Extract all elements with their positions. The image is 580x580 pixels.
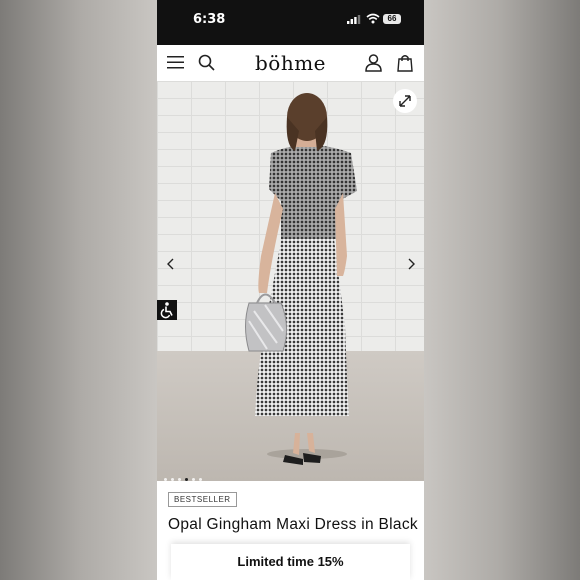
product-info: BESTSELLER Opal Gingham Maxi Dress in Bl…	[157, 481, 424, 580]
cellular-signal-icon	[347, 15, 361, 24]
user-icon[interactable]	[365, 54, 382, 72]
bestseller-badge: BESTSELLER	[168, 492, 237, 507]
product-title: Opal Gingham Maxi Dress in Black	[168, 516, 418, 533]
product-image-gallery[interactable]	[157, 81, 424, 481]
expand-icon	[399, 95, 411, 107]
phone-screen: 6:38 66 böhme BESTSELLER Opal Gingham Ma…	[157, 0, 424, 580]
shopping-bag-icon[interactable]	[397, 54, 413, 72]
battery-indicator: 66	[383, 14, 401, 24]
product-photo-model	[245, 93, 357, 465]
wifi-icon	[366, 13, 380, 24]
accessibility-button[interactable]	[157, 300, 177, 320]
expand-image-button[interactable]	[393, 89, 417, 113]
site-header: böhme	[157, 45, 424, 81]
brand-logo[interactable]: böhme	[157, 51, 424, 75]
chevron-right-icon[interactable]	[406, 257, 416, 271]
chevron-left-icon[interactable]	[166, 257, 176, 271]
wheelchair-icon	[160, 302, 173, 319]
promo-banner-text: Limited time 15%	[237, 554, 344, 569]
promo-banner[interactable]: Limited time 15%	[171, 544, 410, 580]
status-bar: 6:38 66	[157, 0, 424, 41]
status-time: 6:38	[193, 12, 226, 27]
gallery-pagination	[164, 468, 206, 481]
